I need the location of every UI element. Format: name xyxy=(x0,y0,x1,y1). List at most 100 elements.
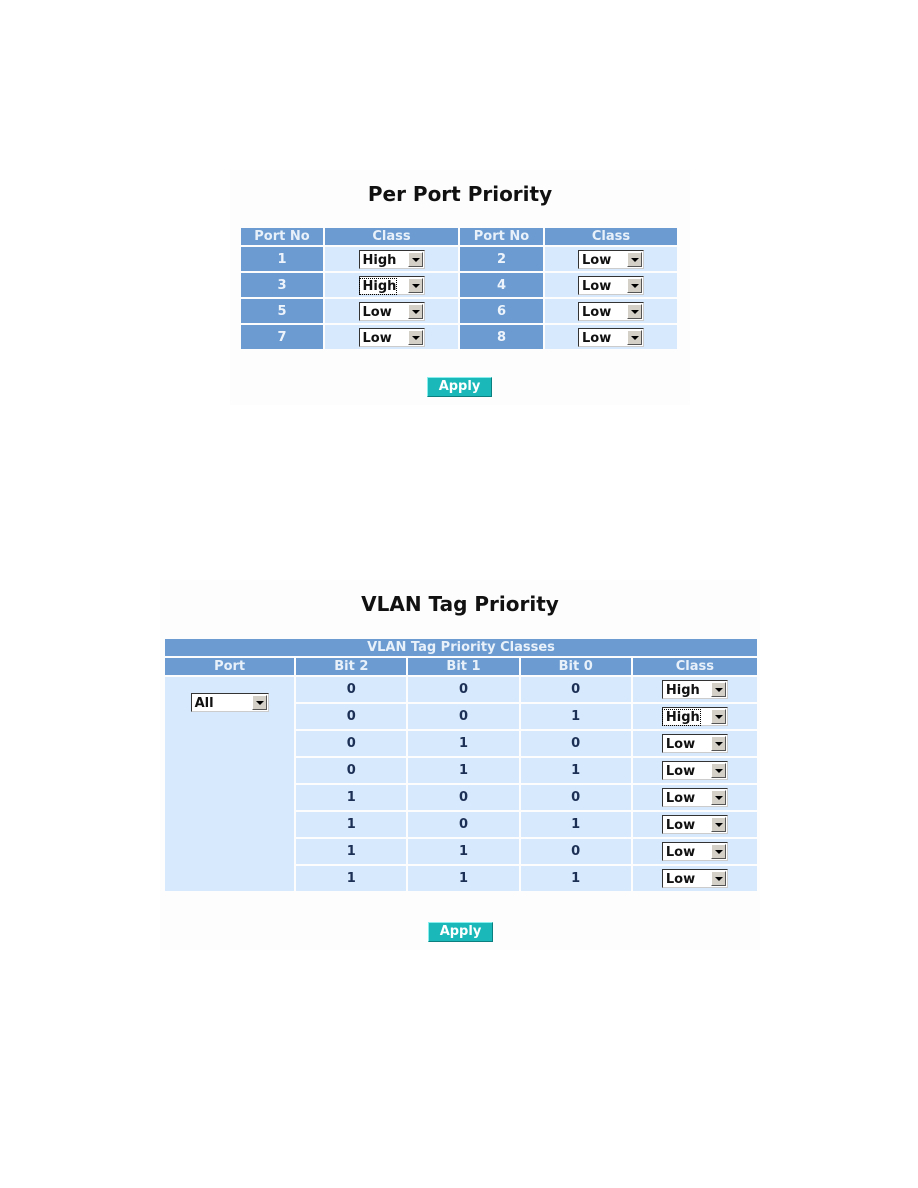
class-select[interactable]: Low xyxy=(661,734,728,753)
select-value: Low xyxy=(665,764,696,779)
select-value: High xyxy=(362,252,397,268)
table-row: 3 High 4 Low xyxy=(241,273,677,297)
bit-value: 1 xyxy=(520,704,631,729)
chevron-down-icon[interactable] xyxy=(627,303,642,319)
class-select[interactable]: High xyxy=(661,707,728,726)
class-select[interactable]: Low xyxy=(358,327,425,347)
apply-button[interactable]: Apply xyxy=(427,377,492,397)
class-select[interactable]: Low xyxy=(578,249,644,269)
port-select[interactable]: All xyxy=(190,693,269,712)
class-select[interactable]: Low xyxy=(358,301,425,321)
page-title: Per Port Priority xyxy=(367,182,553,206)
chevron-down-icon[interactable] xyxy=(407,303,423,319)
chevron-down-icon[interactable] xyxy=(710,709,726,724)
port-number: 4 xyxy=(460,273,543,297)
bit-value: 0 xyxy=(296,758,407,783)
column-header: Class xyxy=(632,658,757,675)
chevron-down-icon[interactable] xyxy=(710,871,726,886)
class-select[interactable]: Low xyxy=(578,327,644,347)
bit-value: 0 xyxy=(520,785,631,810)
chevron-down-icon[interactable] xyxy=(710,736,726,751)
table-row: 7 Low 8 Low xyxy=(241,325,677,349)
select-value: Low xyxy=(582,278,612,294)
bit-value: 1 xyxy=(296,812,407,837)
bit-value: 1 xyxy=(296,785,407,810)
port-number: 7 xyxy=(241,325,323,349)
port-number: 3 xyxy=(241,273,323,297)
bit-value: 1 xyxy=(520,812,631,837)
bit-value: 0 xyxy=(520,731,631,756)
bit-value: 0 xyxy=(408,677,519,702)
bit-value: 0 xyxy=(408,785,519,810)
class-cell: High xyxy=(632,704,757,729)
class-select[interactable]: Low xyxy=(578,275,644,295)
chevron-down-icon[interactable] xyxy=(407,329,423,345)
class-cell: Low xyxy=(632,839,757,864)
column-header: Class xyxy=(325,228,458,245)
class-select[interactable]: High xyxy=(358,275,425,295)
class-cell: Low xyxy=(325,325,458,349)
bit-value: 1 xyxy=(520,758,631,783)
page-title: VLAN Tag Priority xyxy=(361,592,559,616)
class-cell: Low xyxy=(545,325,677,349)
bit-value: 1 xyxy=(296,839,407,864)
port-number: 2 xyxy=(460,247,543,271)
select-value: Low xyxy=(582,252,612,268)
chevron-down-icon[interactable] xyxy=(710,682,726,697)
vlan-tag-priority-panel: VLAN Tag Priority VLAN Tag Priority Clas… xyxy=(160,580,760,950)
bit-value: 1 xyxy=(408,731,519,756)
bit-value: 0 xyxy=(296,704,407,729)
chevron-down-icon[interactable] xyxy=(710,763,726,778)
class-select[interactable]: Low xyxy=(661,788,728,807)
select-value: Low xyxy=(665,737,696,752)
table-row: 5 Low 6 Low xyxy=(241,299,677,323)
page: Per Port Priority Port No Class Port No Cla… xyxy=(0,0,918,1188)
class-select[interactable]: Low xyxy=(661,842,728,861)
chevron-down-icon[interactable] xyxy=(407,251,423,267)
select-value: Low xyxy=(665,818,696,833)
bit-value: 1 xyxy=(520,866,631,891)
chevron-down-icon[interactable] xyxy=(627,251,642,267)
column-header: Port xyxy=(165,658,295,675)
bit-value: 1 xyxy=(296,866,407,891)
port-cell: All xyxy=(165,677,295,891)
column-header: Port No xyxy=(241,228,323,245)
select-value: Low xyxy=(362,330,392,346)
chevron-down-icon[interactable] xyxy=(627,329,642,345)
class-select[interactable]: High xyxy=(661,680,728,699)
chevron-down-icon[interactable] xyxy=(627,277,642,293)
class-select[interactable]: Low xyxy=(661,761,728,780)
chevron-down-icon[interactable] xyxy=(710,844,726,859)
bit-value: 1 xyxy=(408,866,519,891)
class-cell: High xyxy=(325,247,458,271)
column-header: Bit 1 xyxy=(408,658,519,675)
class-select[interactable]: Low xyxy=(578,301,644,321)
bit-value: 0 xyxy=(296,677,407,702)
class-select[interactable]: Low xyxy=(661,815,728,834)
apply-button[interactable]: Apply xyxy=(428,922,493,942)
class-select[interactable]: Low xyxy=(661,869,728,888)
select-value: High xyxy=(665,683,700,698)
select-value: Low xyxy=(665,791,696,806)
header-row: Port Bit 2 Bit 1 Bit 0 Class xyxy=(165,658,757,675)
class-cell: Low xyxy=(632,785,757,810)
class-cell: Low xyxy=(545,273,677,297)
class-cell: High xyxy=(325,273,458,297)
port-number: 1 xyxy=(241,247,323,271)
class-cell: Low xyxy=(325,299,458,323)
chevron-down-icon[interactable] xyxy=(710,817,726,832)
column-header: Port No xyxy=(460,228,543,245)
chevron-down-icon[interactable] xyxy=(407,277,423,293)
table-row: 1 High 2 Low xyxy=(241,247,677,271)
class-cell: Low xyxy=(545,299,677,323)
class-select[interactable]: High xyxy=(358,249,425,269)
chevron-down-icon[interactable] xyxy=(710,790,726,805)
chevron-down-icon[interactable] xyxy=(251,695,267,710)
select-value: Low xyxy=(665,872,696,887)
header-row: Port No Class Port No Class xyxy=(241,228,677,245)
table-caption: VLAN Tag Priority Classes xyxy=(165,639,757,656)
class-cell: Low xyxy=(632,812,757,837)
per-port-priority-panel: Per Port Priority Port No Class Port No Cla… xyxy=(230,170,690,405)
bit-value: 0 xyxy=(520,839,631,864)
class-cell: Low xyxy=(632,866,757,891)
